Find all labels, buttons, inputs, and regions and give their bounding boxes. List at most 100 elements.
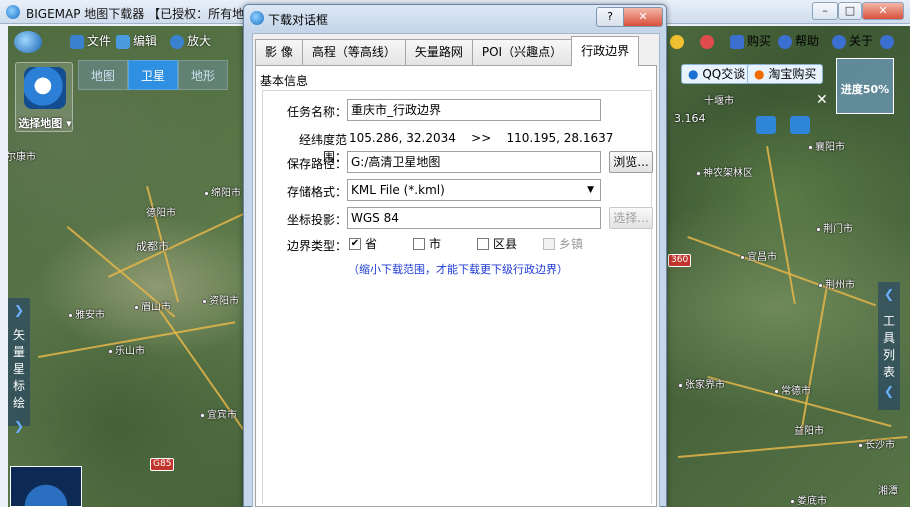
help-button[interactable]: 帮助 xyxy=(778,30,819,52)
maximize-button[interactable]: □ xyxy=(838,2,862,20)
vip-badge[interactable] xyxy=(670,30,687,52)
chevron-left-icon: ❮ xyxy=(883,384,895,398)
city-label: 娄底市 xyxy=(790,492,827,507)
basic-info-group: 任务名称： 重庆市_行政边界 经纬度范围： 105.286, 32.2034 >… xyxy=(262,90,653,504)
overview-globe[interactable] xyxy=(10,466,82,507)
dropdown-arrow-icon: ▼ xyxy=(587,185,594,195)
settings-button[interactable] xyxy=(880,30,897,52)
tab-admin-boundary[interactable]: 行政边界 xyxy=(571,36,640,66)
checkbox-county[interactable]: 区县 xyxy=(477,237,517,253)
google-earth-icon xyxy=(24,67,66,109)
city-label: 成都市 xyxy=(136,240,169,253)
left-panel-label: 矢量 星 标绘 xyxy=(12,328,25,410)
minimize-button[interactable]: – xyxy=(812,2,838,20)
taobao-icon: ● xyxy=(754,67,765,81)
tab-imagery[interactable]: 影 像 xyxy=(255,39,303,66)
checkbox-city[interactable]: 市 xyxy=(413,237,441,253)
help-icon xyxy=(778,34,792,49)
close-icon[interactable]: ✕ xyxy=(816,92,828,108)
toolbar-logo xyxy=(14,30,45,53)
share-icon[interactable] xyxy=(790,116,810,134)
dialog-app-icon xyxy=(250,11,264,25)
city-label: 资阳市 xyxy=(202,292,239,307)
select-projection-button[interactable]: 选择... xyxy=(609,207,653,229)
map-road xyxy=(766,146,796,304)
vip-icon xyxy=(670,34,684,49)
right-side-panel[interactable]: ❮ 工 具 列 表 ❮ xyxy=(878,282,900,410)
dialog-tabs: 影 像 高程（等高线） 矢量路网 POI（兴趣点） 行政边界 xyxy=(255,36,640,66)
format-select[interactable]: KML File (*.kml) ▼ xyxy=(347,179,601,201)
map-road xyxy=(800,285,828,434)
city-label: 长沙市 xyxy=(858,436,895,451)
highway-shield: 360 xyxy=(668,254,692,267)
city-label: 宜昌市 xyxy=(740,248,777,263)
format-label: 存储格式： xyxy=(286,185,347,199)
city-label: 湘潭 xyxy=(878,486,898,497)
about-button[interactable]: 关于 xyxy=(832,30,873,52)
dialog-body: 影 像 高程（等高线） 矢量路网 POI（兴趣点） 行政边界 基本信息 任务名称… xyxy=(252,33,660,507)
city-label: 绵阳市 xyxy=(204,184,241,199)
projection-input[interactable]: WGS 84 xyxy=(347,207,601,229)
taobao-button[interactable]: ● 淘宝购买 xyxy=(747,64,824,84)
chevron-right-icon: ❯ xyxy=(13,303,25,317)
city-label: 襄阳市 xyxy=(808,138,845,153)
city-label: 乐山市 xyxy=(108,342,145,357)
map-road xyxy=(108,208,254,278)
progress-label: 进度50% xyxy=(840,83,890,96)
magnifier-icon xyxy=(170,34,184,49)
dialog-help-button[interactable]: ? xyxy=(596,7,624,27)
tab-terrain[interactable]: 地形 xyxy=(178,60,228,90)
city-label: 尔康市 xyxy=(8,152,36,163)
zoom-in-button[interactable]: 放大 xyxy=(170,30,211,52)
city-label: 德阳市 xyxy=(146,208,176,219)
edit-menu[interactable]: 编辑 xyxy=(116,30,157,52)
purchase-button[interactable]: 购买 xyxy=(730,30,771,52)
task-name-label: 任务名称： xyxy=(286,105,347,119)
tab-map[interactable]: 地图 xyxy=(78,60,128,90)
tab-poi[interactable]: POI（兴趣点） xyxy=(471,39,573,66)
save-path-input[interactable]: G:/高清卫星地图 xyxy=(347,151,601,173)
right-panel-label: 工 具 列 表 xyxy=(882,314,895,379)
tab-vector-roads[interactable]: 矢量路网 xyxy=(404,39,473,66)
download-icon[interactable] xyxy=(756,116,776,134)
file-menu[interactable]: 文件 xyxy=(70,30,111,52)
dialog-close-button[interactable]: ✕ xyxy=(623,7,663,27)
city-label: 神农架林区 xyxy=(696,164,753,179)
checkbox-box xyxy=(477,237,489,250)
close-button[interactable]: ✕ xyxy=(862,2,904,20)
qq-chat-button[interactable]: ● QQ交谈 xyxy=(681,64,753,84)
projection-label: 坐标投影： xyxy=(286,213,347,227)
select-map-label: 选择地图 ▾ xyxy=(18,117,72,130)
checkbox-box xyxy=(413,237,425,250)
checkbox-province[interactable]: ✔ 省 xyxy=(349,237,377,253)
boundary-type-label: 边界类型： xyxy=(286,239,347,253)
gear-icon xyxy=(880,34,894,49)
progress-panel[interactable]: 进度50% xyxy=(836,58,894,114)
admin-boundary-pane: 基本信息 任务名称： 重庆市_行政边界 经纬度范围： 105.286, 32.2… xyxy=(255,65,657,507)
checkbox-box xyxy=(543,237,555,250)
checkbox-town[interactable]: 乡镇 xyxy=(543,237,583,253)
edit-icon xyxy=(116,34,130,49)
qq-icon: ● xyxy=(688,67,699,81)
app-globe-icon xyxy=(6,5,20,19)
city-label: 荆门市 xyxy=(816,220,853,235)
map-road xyxy=(687,236,876,306)
highway-shield: G85 xyxy=(150,458,175,471)
download-hint: （缩小下载范围，才能下载更下级行政边界） xyxy=(348,263,568,276)
heart-icon[interactable] xyxy=(700,30,717,52)
dialog-title-bar: 下载对话框 ? ✕ xyxy=(244,5,666,31)
range-value: 105.286, 32.2034 >> 110.195, 28.1637 xyxy=(349,131,614,145)
city-label: 十堰市 xyxy=(704,96,734,107)
dialog-title: 下载对话框 xyxy=(268,13,329,27)
browse-button[interactable]: 浏览... xyxy=(609,151,653,173)
select-map-button[interactable]: 选择地图 ▾ xyxy=(15,62,73,132)
tab-elevation[interactable]: 高程（等高线） xyxy=(301,39,406,66)
left-side-panel[interactable]: ❯ 矢量 星 标绘 ❯ xyxy=(8,298,30,433)
city-label: 益阳市 xyxy=(794,426,824,437)
download-dialog: 下载对话框 ? ✕ 影 像 高程（等高线） 矢量路网 POI（兴趣点） 行政边界… xyxy=(243,4,667,507)
task-name-input[interactable]: 重庆市_行政边界 xyxy=(347,99,601,121)
city-label: 荆州市 xyxy=(818,276,855,291)
chevron-left-icon: ❮ xyxy=(883,287,895,301)
tab-satellite[interactable]: 卫星 xyxy=(128,60,178,90)
city-label: 常德市 xyxy=(774,382,811,397)
